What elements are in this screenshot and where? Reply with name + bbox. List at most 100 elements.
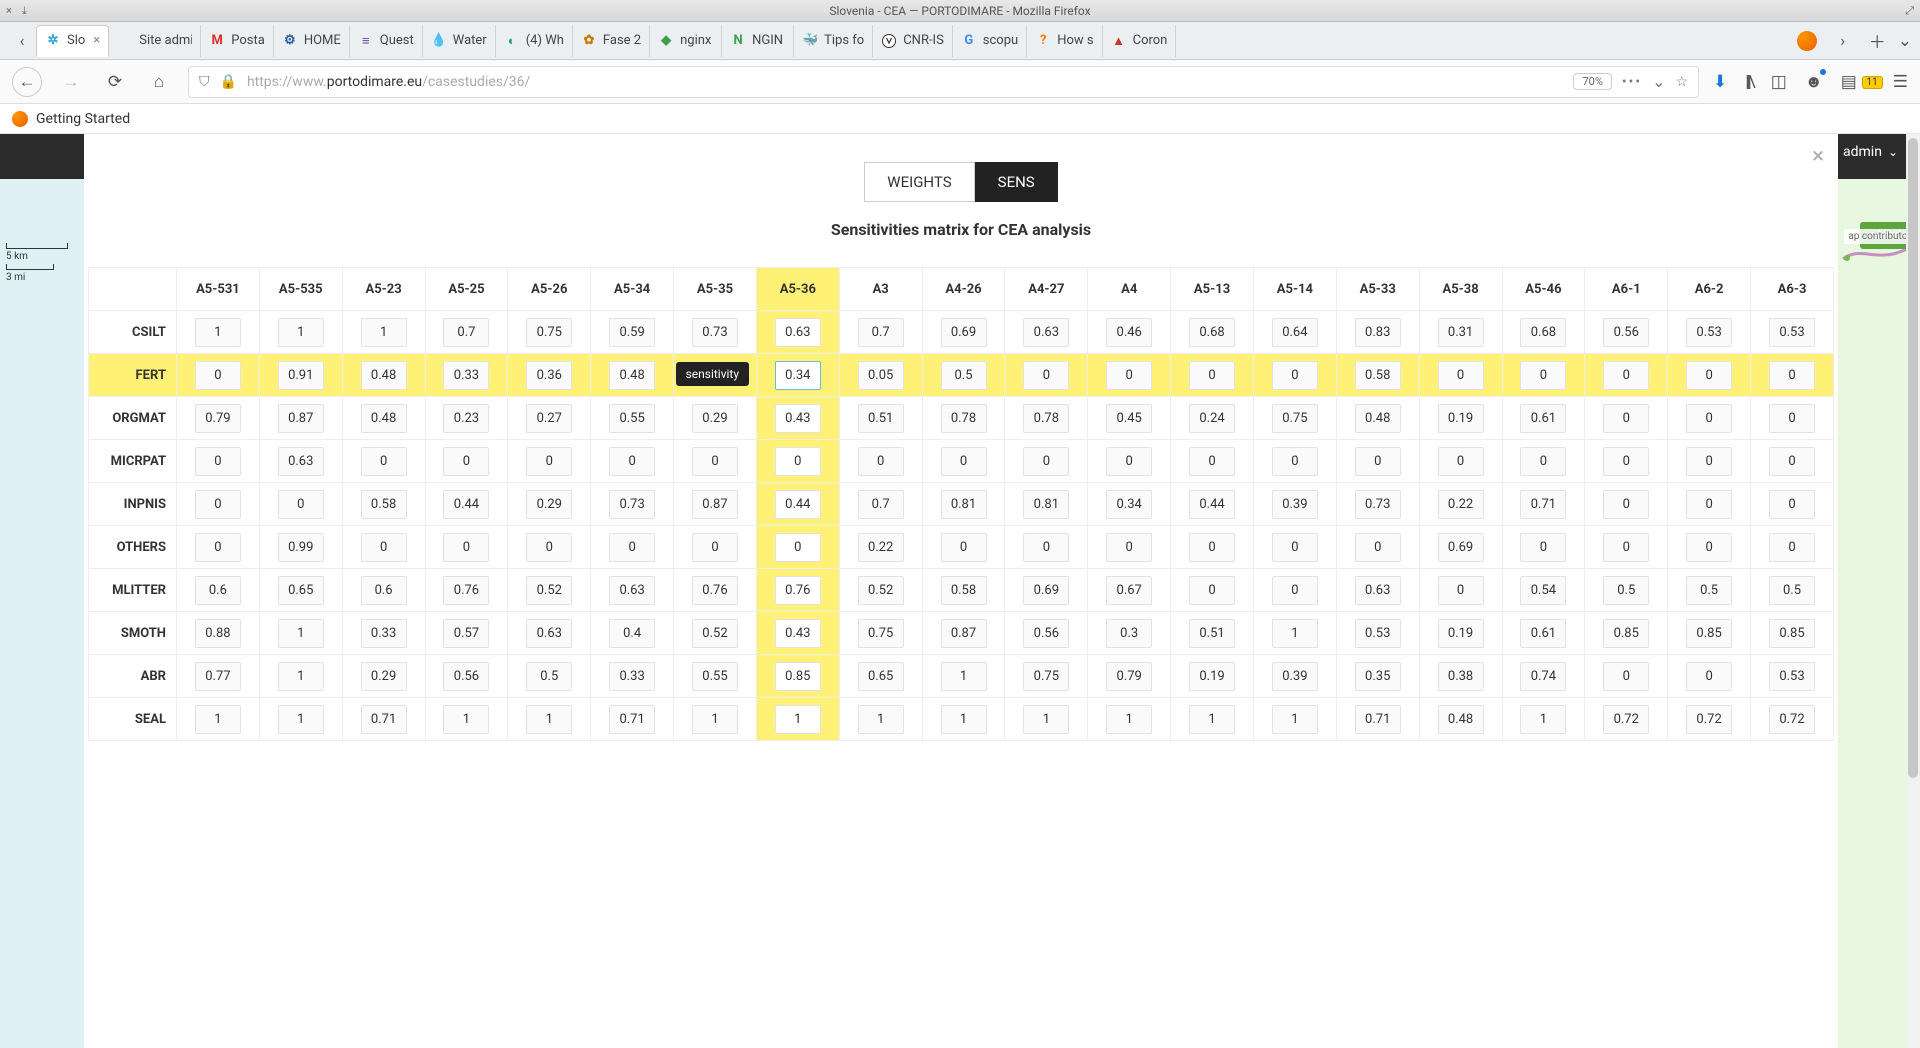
matrix-cell[interactable]: 0 [1585, 655, 1668, 698]
row-header[interactable]: OTHERS [89, 526, 177, 569]
matrix-cell[interactable]: 0.72 [1585, 698, 1668, 741]
matrix-cell[interactable]: 0.5 [1668, 569, 1751, 612]
matrix-cell[interactable]: 1 [1253, 612, 1336, 655]
matrix-cell[interactable]: 0.87 [259, 397, 342, 440]
matrix-cell[interactable]: 0 [1502, 440, 1585, 483]
matrix-cell[interactable]: 0.53 [1336, 612, 1419, 655]
matrix-cell[interactable]: 1 [1005, 698, 1088, 741]
reader-icon[interactable]: ▤ [1841, 72, 1857, 92]
matrix-cell[interactable]: 0 [1668, 526, 1751, 569]
window-max-icon[interactable]: ⤢ [1905, 4, 1914, 17]
browser-tab[interactable]: 🐳Tips fo [794, 25, 873, 57]
row-header[interactable]: ORGMAT [89, 397, 177, 440]
bookmark-getting-started[interactable]: Getting Started [36, 111, 130, 127]
matrix-cell[interactable]: 0.69 [1005, 569, 1088, 612]
matrix-cell[interactable]: 0.5 [922, 354, 1005, 397]
matrix-cell[interactable]: 0.22 [1419, 483, 1502, 526]
matrix-cell[interactable]: 0.05 [839, 354, 922, 397]
matrix-cell[interactable]: 0.5 [508, 655, 591, 698]
matrix-cell[interactable]: 0 [1253, 526, 1336, 569]
col-header[interactable]: A3 [839, 268, 922, 311]
matrix-cell[interactable]: 1 [259, 612, 342, 655]
matrix-cell[interactable]: 0 [1668, 397, 1751, 440]
matrix-cell[interactable]: 1 [508, 698, 591, 741]
col-header[interactable]: A6-3 [1751, 268, 1834, 311]
matrix-cell[interactable]: 0.35 [1336, 655, 1419, 698]
matrix-cell[interactable]: 0.43 [756, 397, 839, 440]
browser-tab[interactable]: ✿Fase 2 [573, 25, 650, 57]
matrix-cell[interactable]: 0.52 [508, 569, 591, 612]
matrix-cell[interactable]: 0.75 [1005, 655, 1088, 698]
matrix-cell[interactable]: 1 [839, 698, 922, 741]
matrix-cell[interactable]: 0.51 [839, 397, 922, 440]
col-header[interactable]: A5-36 [756, 268, 839, 311]
matrix-cell[interactable]: 0 [1751, 397, 1834, 440]
reload-button[interactable]: ⟳ [100, 67, 130, 97]
matrix-cell[interactable]: 0.67 [1088, 569, 1171, 612]
matrix-cell[interactable]: 0.19 [1419, 397, 1502, 440]
matrix-cell[interactable]: 0 [922, 440, 1005, 483]
matrix-cell[interactable]: 0.57 [425, 612, 508, 655]
matrix-cell[interactable]: 0.91 [259, 354, 342, 397]
matrix-cell[interactable]: 0.76 [425, 569, 508, 612]
matrix-cell[interactable]: 0 [508, 440, 591, 483]
tab-weights[interactable]: WEIGHTS [864, 162, 974, 202]
matrix-cell[interactable]: 0 [1502, 526, 1585, 569]
matrix-cell[interactable]: 0.72 [1751, 698, 1834, 741]
matrix-cell[interactable]: 0 [1419, 440, 1502, 483]
matrix-cell[interactable]: 0 [1088, 526, 1171, 569]
matrix-cell[interactable]: 0 [177, 483, 260, 526]
matrix-cell[interactable]: 0 [1171, 569, 1254, 612]
browser-tab[interactable]: MPosta [201, 25, 274, 57]
matrix-cell[interactable]: 0.73 [1336, 483, 1419, 526]
app-menu-icon[interactable]: ☰ [1893, 72, 1908, 92]
browser-tab[interactable]: ⚙HOME [274, 25, 350, 57]
page-scrollbar[interactable] [1906, 134, 1920, 1048]
col-header[interactable]: A5-46 [1502, 268, 1585, 311]
tracking-shield-icon[interactable]: ⛉ [199, 74, 210, 90]
matrix-cell[interactable]: 0 [1253, 440, 1336, 483]
matrix-cell[interactable]: 0.72 [1668, 698, 1751, 741]
matrix-cell[interactable]: 1 [1253, 698, 1336, 741]
matrix-cell[interactable]: 0.34 [756, 354, 839, 397]
row-header[interactable]: INPNIS [89, 483, 177, 526]
col-header[interactable]: A4-26 [922, 268, 1005, 311]
row-header[interactable]: ABR [89, 655, 177, 698]
matrix-cell[interactable]: 0.53 [1751, 311, 1834, 354]
matrix-cell[interactable]: 0 [1088, 354, 1171, 397]
matrix-cell[interactable]: 0.55 [591, 397, 674, 440]
matrix-cell[interactable]: 0.85 [1668, 612, 1751, 655]
matrix-cell[interactable]: 0.58 [342, 483, 425, 526]
col-header[interactable]: A5-34 [591, 268, 674, 311]
matrix-cell[interactable]: 0.74 [1502, 655, 1585, 698]
modal-close-button[interactable]: × [1812, 144, 1824, 169]
matrix-cell[interactable]: 0.3 [1088, 612, 1171, 655]
new-tab-button[interactable]: ＋ [1869, 28, 1886, 53]
downloads-icon[interactable]: ⬇ [1713, 72, 1727, 92]
matrix-cell[interactable]: 0 [342, 440, 425, 483]
matrix-cell[interactable]: 1 [342, 311, 425, 354]
matrix-cell[interactable]: 0 [425, 440, 508, 483]
matrix-cell[interactable]: 0.78 [1005, 397, 1088, 440]
matrix-cell[interactable]: 0.69 [1419, 526, 1502, 569]
col-header[interactable]: A5-13 [1171, 268, 1254, 311]
account-icon[interactable]: ☻ [1805, 72, 1823, 92]
matrix-cell[interactable]: 1 [1502, 698, 1585, 741]
matrix-cell[interactable]: 0 [425, 526, 508, 569]
matrix-cell[interactable]: 0.51 [1171, 612, 1254, 655]
matrix-cell[interactable]: 0.63 [1336, 569, 1419, 612]
matrix-cell[interactable]: 0 [177, 526, 260, 569]
matrix-cell[interactable]: 0.22 [839, 526, 922, 569]
matrix-cell[interactable]: 0 [591, 526, 674, 569]
matrix-cell[interactable]: 0.63 [591, 569, 674, 612]
matrix-cell[interactable]: 0.19 [1171, 655, 1254, 698]
matrix-cell[interactable]: 0.79 [1088, 655, 1171, 698]
window-min-icon[interactable]: ⤓ [22, 4, 27, 18]
matrix-cell[interactable]: 0.46 [1088, 311, 1171, 354]
col-header[interactable]: A5-35 [674, 268, 757, 311]
matrix-cell[interactable]: 1 [259, 311, 342, 354]
window-close-icon[interactable]: × [6, 4, 12, 18]
matrix-cell[interactable]: 0 [1253, 569, 1336, 612]
matrix-cell[interactable]: 0.31 [1419, 311, 1502, 354]
matrix-cell[interactable]: 0.39 [1253, 655, 1336, 698]
